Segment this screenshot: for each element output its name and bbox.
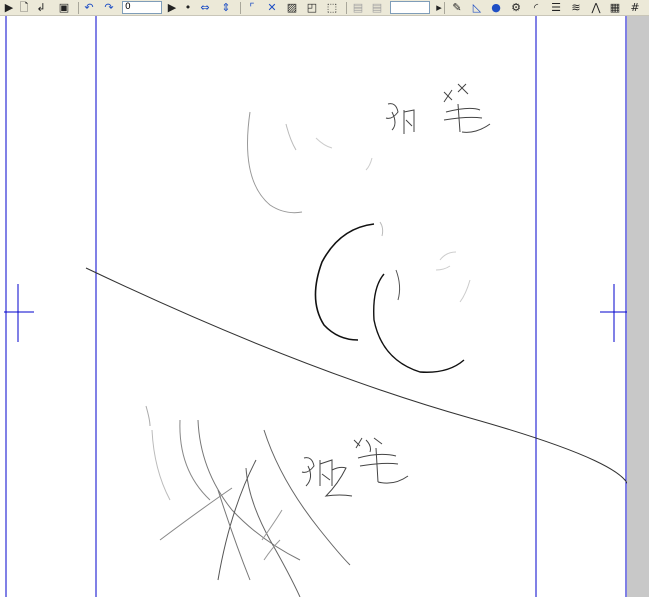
crop-icon[interactable]: ⬚	[325, 1, 339, 15]
hatch-stroke	[145, 405, 151, 427]
gray-short-stroke	[365, 157, 373, 171]
gray-hook-stroke	[379, 221, 384, 237]
handwritten-glyph-3	[301, 457, 333, 487]
triangle-ruler-icon[interactable]: ◺	[470, 1, 484, 15]
fill-bucket-icon[interactable]: ●	[489, 1, 503, 15]
next-arrow-icon[interactable]: ▶	[165, 1, 179, 15]
gray-short-stroke	[285, 123, 297, 151]
new-page-icon[interactable]: 🗋	[17, 1, 31, 15]
curve-ruler-icon[interactable]: ◜	[529, 1, 543, 15]
gray-curve-stroke	[247, 111, 303, 214]
vertical-scrollbar[interactable]	[627, 16, 649, 597]
hatch-stroke	[179, 419, 211, 501]
flip-vertical-icon[interactable]: ⇕	[219, 1, 233, 15]
small-dot-icon[interactable]: •	[181, 1, 195, 15]
rotate-right-icon[interactable]: ↷	[102, 1, 116, 15]
flip-horizontal-icon[interactable]: ⇔	[198, 1, 212, 15]
diagonal-stroke	[85, 267, 627, 484]
handwritten-glyph-1	[385, 103, 415, 134]
layer-stack-icon[interactable]: ☰	[549, 1, 563, 15]
dark-curve-2	[373, 273, 465, 373]
hatch-stroke	[159, 487, 233, 541]
toolbar: ▶ 🗋 ↲ ▣ ↶ ↷ ▶ • ⇔ ⇕ ⌜ ✕ ▨ ◰ ⬚ ▤ ▤ ▸ ✎ ◺ ● ⚙ ◜ ☰ ≋ ⋀ ▦ # 0	[0, 0, 649, 16]
hatch-stroke	[245, 467, 301, 597]
corner-icon[interactable]: ⌜	[245, 1, 259, 15]
disabled-tool-1-icon[interactable]: ▤	[351, 1, 365, 15]
perspective-icon[interactable]: ⋀	[589, 1, 603, 15]
handwritten-glyph-4	[324, 466, 353, 497]
toolbar-divider	[444, 2, 445, 14]
settings-gear-icon[interactable]: ⚙	[509, 1, 523, 15]
transform-icon[interactable]: ✕	[265, 1, 279, 15]
gray-hook-stroke	[459, 279, 471, 303]
gray-hook-stroke	[439, 251, 457, 261]
toolbar-divider	[240, 2, 241, 14]
rotate-left-icon[interactable]: ↶	[82, 1, 96, 15]
page-turn-icon[interactable]: ↲	[34, 1, 48, 15]
hatch-stroke	[263, 429, 351, 566]
page-layers-icon[interactable]: ▣	[57, 1, 71, 15]
hatch-stroke	[151, 429, 171, 501]
blank-field[interactable]	[390, 1, 430, 14]
toolbar-divider	[346, 2, 347, 14]
small-dark-stroke	[395, 269, 401, 301]
brush-pattern-icon[interactable]: ≋	[569, 1, 583, 15]
drawing-canvas[interactable]	[0, 16, 627, 597]
handwritten-glyph-2	[443, 83, 491, 133]
canvas-drawing	[4, 16, 627, 597]
gray-hook-stroke	[435, 265, 451, 271]
fit-image-icon[interactable]: ◰	[305, 1, 319, 15]
hatch-stroke	[217, 459, 257, 581]
disabled-tool-2-icon[interactable]: ▤	[370, 1, 384, 15]
play-arrow-icon[interactable]: ▶	[2, 1, 16, 15]
hatch-stroke	[217, 489, 251, 581]
toolbar-divider	[78, 2, 79, 14]
dark-curve-1	[314, 223, 375, 341]
image-icon[interactable]: ▨	[285, 1, 299, 15]
grid-icon[interactable]: ▦	[608, 1, 622, 15]
pen-icon[interactable]: ✎	[450, 1, 464, 15]
hash-grid-icon[interactable]: #	[628, 1, 642, 15]
angle-field[interactable]: 0	[122, 1, 162, 14]
hatch-stroke	[261, 509, 283, 541]
gray-short-stroke	[315, 137, 333, 149]
handwritten-glyph-5	[353, 437, 409, 484]
